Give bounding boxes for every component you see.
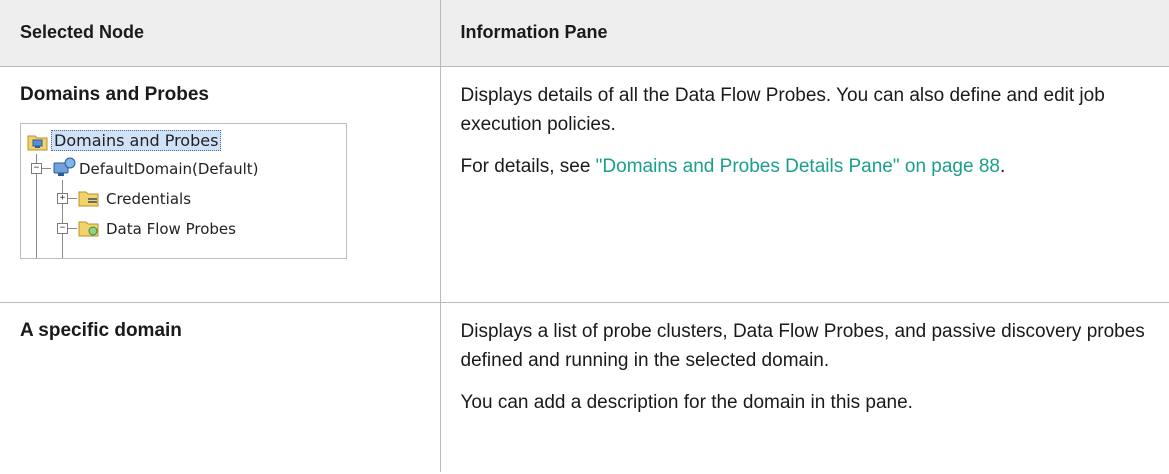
table-header-row: Selected Node Information Pane [0, 0, 1169, 67]
details-paragraph: For details, see "Domains and Probes Det… [461, 152, 1150, 181]
tree-node-root[interactable]: Domains and Probes [51, 129, 222, 151]
tree-node-domain[interactable]: DefaultDomain(Default) [79, 159, 259, 179]
tree-probes-label[interactable]: Data Flow Probes [106, 220, 236, 238]
info-cell: Displays a list of probe clusters, Data … [439, 301, 1169, 472]
info-paragraph: Displays details of all the Data Flow Pr… [460, 84, 1105, 135]
tree-domain-label[interactable]: DefaultDomain(Default) [79, 160, 259, 178]
tree-connector [62, 179, 63, 258]
table-row: A specific domain Displays a list of pro… [0, 301, 1169, 472]
header-selected-node: Selected Node [0, 0, 441, 67]
tree-root-label[interactable]: Domains and Probes [51, 129, 222, 151]
node-name: Domains and Probes [20, 83, 209, 105]
details-suffix: . [999, 155, 1006, 177]
probes-folder-icon [78, 221, 99, 236]
collapse-icon[interactable]: − [57, 222, 68, 234]
details-link[interactable]: "Domains and Probes Details Pane" on pag… [596, 156, 1000, 177]
details-prefix: For details, see [460, 155, 596, 177]
tree-node-data-flow-probes[interactable]: Data Flow Probes [106, 219, 236, 239]
header-information-pane: Information Pane [439, 0, 1169, 67]
collapse-icon[interactable]: − [31, 162, 42, 174]
expand-icon[interactable]: + [57, 192, 68, 204]
node-cell: A specific domain [0, 301, 441, 472]
domain-computer-icon [53, 157, 76, 176]
credentials-folder-icon [78, 191, 99, 206]
table-row: Domains and Probes − + − Domains and Pro… [0, 65, 1169, 303]
node-name: A specific domain [20, 319, 182, 341]
node-cell: Domains and Probes − + − Domains and Pro… [0, 65, 441, 303]
info-cell: Displays details of all the Data Flow Pr… [439, 65, 1169, 303]
domains-probes-folder-icon [27, 135, 48, 150]
tree-credentials-label[interactable]: Credentials [106, 190, 191, 208]
tree-screenshot: − + − Domains and Probes DefaultDomain(D… [20, 122, 347, 259]
tree-node-credentials[interactable]: Credentials [106, 189, 191, 209]
info-pane-table: Selected Node Information Pane Domains a… [0, 0, 1169, 472]
info-paragraph: Displays a list of probe clusters, Data … [460, 320, 1145, 371]
info-paragraph: You can add a description for the domain… [460, 391, 913, 413]
